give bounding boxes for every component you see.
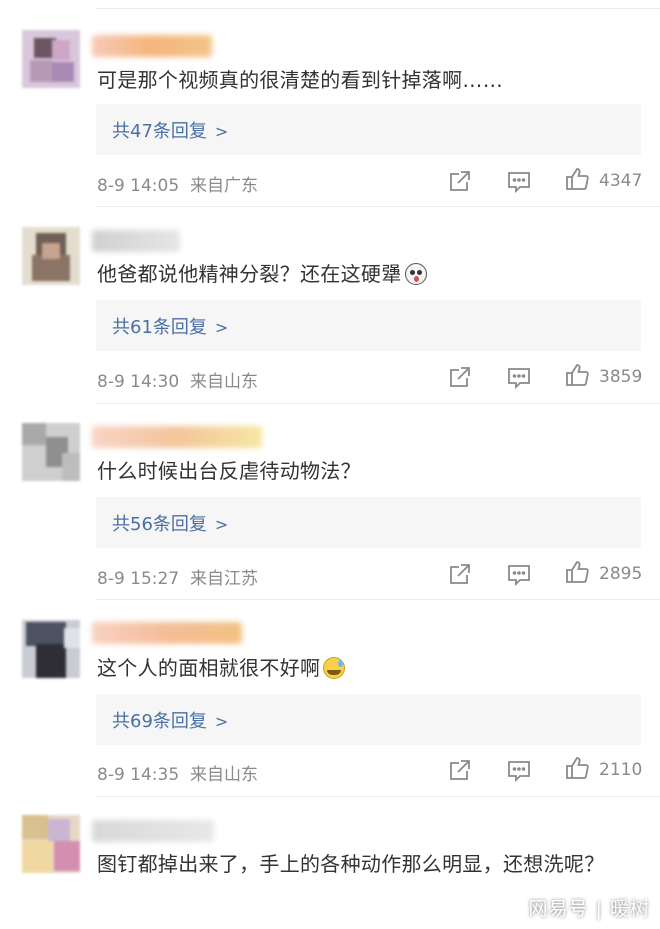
share-icon[interactable] (447, 364, 473, 390)
comment-text: 可是那个视频真的很清楚的看到针掉落啊…… (97, 68, 503, 92)
comment-location: 来自江苏 (189, 569, 258, 589)
comment-meta: 8-9 15:27 来自江苏 (97, 564, 258, 589)
reply-box[interactable]: 共47条回复 > (96, 104, 641, 155)
username-blurred[interactable] (92, 35, 212, 57)
divider (96, 599, 660, 600)
comment-icon[interactable] (506, 168, 532, 194)
comment-text: 他爸都说他精神分裂？还在这硬犟 (97, 258, 646, 290)
watermark: 网易号 | 暖树 (528, 898, 650, 920)
avatar[interactable] (22, 815, 80, 873)
divider (96, 403, 660, 404)
top-divider (96, 8, 660, 9)
comment-time: 8-9 15:27 (97, 569, 180, 589)
comment-icon[interactable] (506, 561, 532, 587)
chevron-right-icon: > (214, 712, 229, 731)
username-blurred[interactable] (92, 230, 180, 252)
comment-location: 来自山东 (189, 372, 258, 392)
like-count: 3859 (599, 367, 643, 387)
like-count: 4347 (599, 171, 643, 191)
view-replies-link[interactable]: 共61条回复 > (112, 313, 228, 339)
comment-text: 这个人的面相就很不好啊 (97, 652, 646, 684)
share-icon[interactable] (447, 561, 473, 587)
reply-box[interactable]: 共56条回复 > (96, 497, 641, 548)
comment-icon[interactable] (506, 757, 532, 783)
share-icon[interactable] (447, 757, 473, 783)
reply-box[interactable]: 共69条回复 > (96, 694, 641, 745)
avatar[interactable] (22, 227, 80, 285)
avatar[interactable] (22, 423, 80, 481)
comment-icon[interactable] (506, 364, 532, 390)
view-replies-link[interactable]: 共56条回复 > (112, 510, 228, 536)
comment-time: 8-9 14:35 (97, 765, 180, 785)
like-count: 2110 (599, 760, 643, 780)
like-count: 2895 (599, 564, 643, 584)
username-blurred[interactable] (92, 820, 214, 842)
thumbs-up-icon[interactable] (564, 166, 590, 192)
chevron-right-icon: > (214, 515, 229, 534)
view-replies-link[interactable]: 共47条回复 > (112, 117, 228, 143)
comment-meta: 8-9 14:05 来自广东 (97, 171, 258, 196)
divider (96, 796, 660, 797)
view-replies-link[interactable]: 共69条回复 > (112, 707, 228, 733)
shocked-face-emoji-icon (404, 263, 427, 285)
comment-time: 8-9 14:30 (97, 372, 180, 392)
divider (96, 206, 660, 207)
comment-meta: 8-9 14:35 来自山东 (97, 760, 258, 785)
chevron-right-icon: > (214, 122, 229, 141)
username-blurred[interactable] (92, 622, 242, 644)
comment-meta: 8-9 14:30 来自山东 (97, 367, 258, 392)
thumbs-up-icon[interactable] (564, 559, 590, 585)
comment-time: 8-9 14:05 (97, 176, 180, 196)
share-icon[interactable] (447, 168, 473, 194)
comment-location: 来自广东 (189, 176, 258, 196)
comment-text: 图钉都掉出来了，手上的各种动作那么明显，还想洗呢？ (97, 852, 605, 876)
thumbs-up-icon[interactable] (564, 755, 590, 781)
username-blurred[interactable] (92, 426, 262, 448)
comment-location: 来自山东 (189, 765, 258, 785)
chevron-right-icon: > (214, 318, 229, 337)
thumbs-up-icon[interactable] (564, 362, 590, 388)
sweat-smile-face-emoji-icon (323, 657, 346, 679)
comment-text: 什么时候出台反虐待动物法？ (97, 459, 361, 483)
avatar[interactable] (22, 30, 80, 88)
avatar[interactable] (22, 620, 80, 678)
reply-box[interactable]: 共61条回复 > (96, 300, 641, 351)
